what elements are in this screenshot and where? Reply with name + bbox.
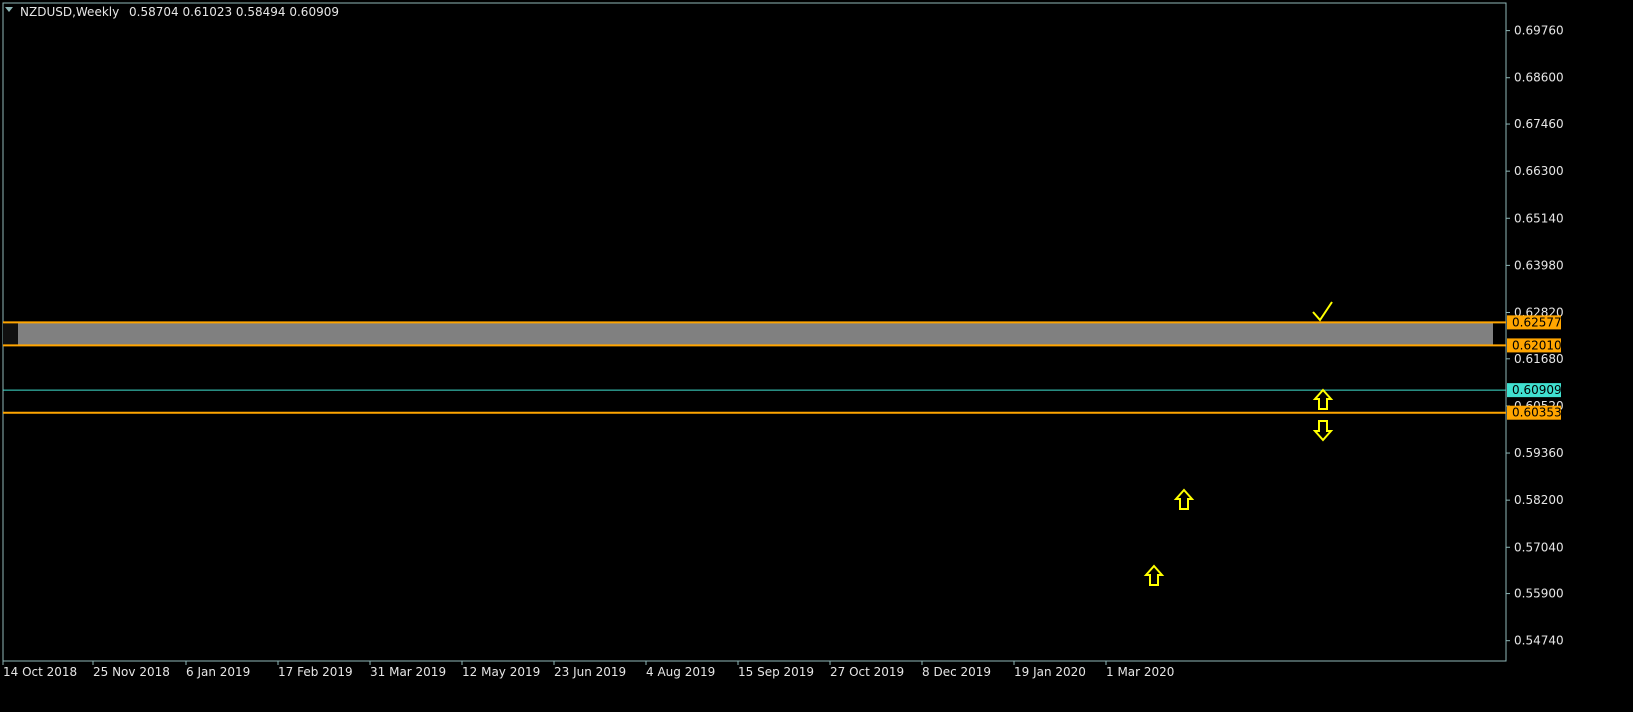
zone-left-edge [3,322,18,346]
price-tick-label: 0.65140 [1514,211,1564,225]
date-tick-label: 27 Oct 2019 [830,665,904,679]
arrow-up-icon [1312,388,1334,410]
level-tag-label: 0.62010 [1512,338,1562,352]
arrow-up-icon [1143,564,1165,586]
chart-area[interactable]: NZDUSD,Weekly 0.58704 0.61023 0.58494 0.… [0,0,1633,712]
support-zone [18,322,1493,346]
price-tick-label: 0.58200 [1514,493,1564,507]
date-tick-label: 17 Feb 2019 [278,665,353,679]
price-tick-label: 0.55900 [1514,587,1564,601]
price-tick-label: 0.57040 [1514,540,1564,554]
price-tick-label: 0.61680 [1514,352,1564,366]
date-tick-label: 23 Jun 2019 [554,665,626,679]
date-tick-label: 4 Aug 2019 [646,665,715,679]
chart-title: NZDUSD,Weekly 0.58704 0.61023 0.58494 0.… [20,5,339,19]
arrow-up-icon [1173,488,1195,510]
level-tag-label: 0.60353 [1512,406,1562,420]
date-tick-label: 12 May 2019 [462,665,540,679]
price-tick-label: 0.66300 [1514,164,1564,178]
check-icon [1312,301,1333,322]
price-tick-label: 0.54740 [1514,634,1564,648]
chart-menu-triangle-icon[interactable] [5,7,13,12]
price-tick-label: 0.67460 [1514,117,1564,131]
date-tick-label: 15 Sep 2019 [738,665,814,679]
level-tag-label: 0.60909 [1512,383,1562,397]
date-tick-label: 25 Nov 2018 [93,665,170,679]
level-tag-label: 0.62577 [1512,315,1562,329]
date-tick-label: 31 Mar 2019 [370,665,446,679]
date-tick-label: 6 Jan 2019 [186,665,250,679]
date-tick-label: 1 Mar 2020 [1106,665,1174,679]
date-tick-label: 14 Oct 2018 [3,665,77,679]
date-tick-label: 19 Jan 2020 [1014,665,1086,679]
candlestick-chart[interactable]: NZDUSD,Weekly 0.58704 0.61023 0.58494 0.… [0,0,1633,712]
date-tick-label: 8 Dec 2019 [922,665,991,679]
price-tick-label: 0.68600 [1514,71,1564,85]
price-tick-label: 0.69760 [1514,24,1564,38]
arrow-down-icon [1312,420,1334,442]
price-tick-label: 0.59360 [1514,446,1564,460]
price-tick-label: 0.63980 [1514,258,1564,272]
